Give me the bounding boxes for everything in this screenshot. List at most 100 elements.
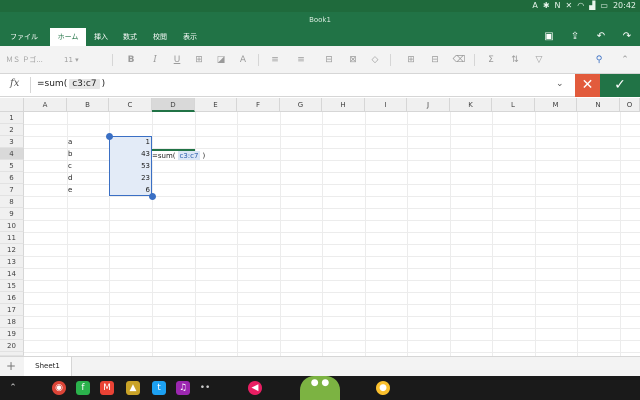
chevron-down-icon[interactable]: ⌄ (556, 79, 564, 89)
launcher-icon[interactable]: ◀ (248, 381, 262, 395)
row-header-2[interactable]: 2 (0, 124, 24, 136)
column-header-k[interactable]: K (450, 98, 492, 112)
twitter-icon[interactable]: t (152, 381, 166, 395)
cell-c5[interactable]: 53 (110, 160, 150, 172)
merge-cells-icon[interactable]: ⊟ (322, 53, 336, 67)
underline-button[interactable]: U (170, 53, 184, 67)
more-icon[interactable]: •• (198, 381, 212, 395)
row-header-7[interactable]: 7 (0, 184, 24, 196)
row-header-8[interactable]: 8 (0, 196, 24, 208)
cell-b4[interactable]: b (68, 148, 108, 160)
selection-end-handle[interactable] (149, 193, 156, 200)
column-header-c[interactable]: C (109, 98, 152, 112)
delete-cells-icon[interactable]: ⊟ (428, 53, 442, 67)
row-header-11[interactable]: 11 (0, 232, 24, 244)
column-header-m[interactable]: M (535, 98, 577, 112)
tab-insert[interactable]: 挿入 (88, 28, 114, 46)
confirm-formula-button[interactable]: ✓ (600, 74, 640, 97)
undo-icon[interactable]: ↶ (588, 28, 614, 46)
borders-icon[interactable]: ⊞ (192, 53, 206, 67)
column-header-b[interactable]: B (67, 98, 109, 112)
column-header-g[interactable]: G (280, 98, 322, 112)
column-header-i[interactable]: I (365, 98, 407, 112)
align-center-icon[interactable]: ≡ (294, 53, 308, 67)
row-header-20[interactable]: 20 (0, 340, 24, 352)
column-header-h[interactable]: H (322, 98, 365, 112)
column-header-f[interactable]: F (237, 98, 280, 112)
row-header-15[interactable]: 15 (0, 280, 24, 292)
sheet-tab-sheet1[interactable]: Sheet1 (24, 357, 72, 376)
fill-color-icon[interactable]: ◪ (214, 53, 228, 67)
add-sheet-button[interactable]: + (4, 359, 18, 373)
chrome-icon[interactable]: ◉ (52, 381, 66, 395)
row-header-3[interactable]: 3 (0, 136, 24, 148)
search-icon[interactable]: ⚲ (592, 53, 606, 67)
signal-icon: ▟ (589, 1, 596, 10)
row-header-12[interactable]: 12 (0, 244, 24, 256)
wrap-text-icon[interactable]: ⊠ (346, 53, 360, 67)
filter-icon[interactable]: ▽ (532, 53, 546, 67)
selection-start-handle[interactable] (106, 133, 113, 140)
spreadsheet-grid[interactable]: A B C D E F G H I J K L M N O 1 2 3 4 5 (0, 98, 640, 356)
home-up-icon[interactable]: ⌃ (6, 381, 20, 395)
tab-review[interactable]: 校閲 (146, 28, 174, 46)
tab-view[interactable]: 表示 (176, 28, 204, 46)
column-header-a[interactable]: A (24, 98, 67, 112)
column-header-d[interactable]: D (152, 98, 195, 112)
row-header-16[interactable]: 16 (0, 292, 24, 304)
row-header-13[interactable]: 13 (0, 256, 24, 268)
autosum-icon[interactable]: Σ (484, 53, 498, 67)
gmail-icon[interactable]: M (100, 381, 114, 395)
font-size-dropdown[interactable]: 11 ▾ (64, 54, 106, 66)
column-header-n[interactable]: N (577, 98, 620, 112)
row-header-9[interactable]: 9 (0, 208, 24, 220)
bold-button[interactable]: B (124, 53, 138, 67)
cell-b6[interactable]: d (68, 172, 108, 184)
insert-cells-icon[interactable]: ⊞ (404, 53, 418, 67)
redo-icon[interactable]: ↷ (614, 28, 640, 46)
align-left-icon[interactable]: ≡ (268, 53, 282, 67)
yellow-app-icon[interactable]: ● (376, 381, 390, 395)
cell-b5[interactable]: c (68, 160, 108, 172)
column-header-e[interactable]: E (195, 98, 237, 112)
tab-formulas[interactable]: 数式 (116, 28, 144, 46)
cell-b7[interactable]: e (68, 184, 108, 196)
formula-input[interactable]: =sum( c3:c7 ) (37, 79, 105, 89)
music-icon[interactable]: ♫ (176, 381, 190, 395)
cancel-formula-button[interactable]: ✕ (575, 74, 600, 97)
clear-icon[interactable]: ⌫ (452, 53, 466, 67)
row-header-5[interactable]: 5 (0, 160, 24, 172)
tab-home[interactable]: ホーム (50, 28, 86, 46)
cell-c7[interactable]: 6 (110, 184, 150, 196)
row-header-18[interactable]: 18 (0, 316, 24, 328)
save-icon[interactable]: ▣ (536, 28, 562, 46)
row-header-14[interactable]: 14 (0, 268, 24, 280)
collapse-ribbon-icon[interactable]: ⌃ (618, 53, 632, 67)
number-format-icon[interactable]: ◇ (368, 53, 382, 67)
row-header-10[interactable]: 10 (0, 220, 24, 232)
font-color-icon[interactable]: A (236, 53, 250, 67)
font-name-dropdown[interactable]: ＭＳ Ｐゴ... (6, 54, 56, 66)
android-icon[interactable]: ● ● (300, 376, 340, 400)
cell-d4-editor[interactable]: =sum( c3:c7 ) (152, 149, 205, 160)
row-header-6[interactable]: 6 (0, 172, 24, 184)
feedly-icon[interactable]: f (76, 381, 90, 395)
cell-b3[interactable]: a (68, 136, 108, 148)
italic-button[interactable]: I (148, 53, 162, 67)
column-header-j[interactable]: J (407, 98, 450, 112)
cell-c4[interactable]: 43 (110, 148, 150, 160)
row-header-17[interactable]: 17 (0, 304, 24, 316)
select-all-corner[interactable] (0, 98, 24, 112)
row-header-19[interactable]: 19 (0, 328, 24, 340)
tab-file[interactable]: ファイル (2, 28, 46, 46)
row-header-4[interactable]: 4 (0, 148, 24, 160)
column-header-o[interactable]: O (620, 98, 640, 112)
cell-c3[interactable]: 1 (110, 136, 150, 148)
stocks-icon[interactable]: ▲ (126, 381, 140, 395)
fx-icon[interactable]: fx (10, 78, 19, 89)
cell-c6[interactable]: 23 (110, 172, 150, 184)
column-header-l[interactable]: L (492, 98, 535, 112)
row-header-1[interactable]: 1 (0, 112, 24, 124)
sort-icon[interactable]: ⇅ (508, 53, 522, 67)
share-icon[interactable]: ⇪ (562, 28, 588, 46)
